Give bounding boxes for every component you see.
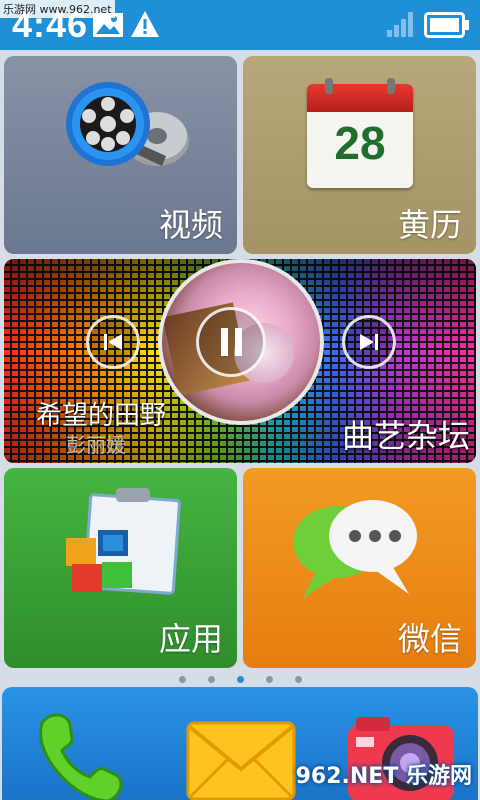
- watermark-top: 乐游网 www.962.net: [0, 0, 115, 18]
- previous-icon: [104, 334, 122, 350]
- phone-icon[interactable]: [28, 705, 128, 800]
- pause-icon: [221, 328, 242, 356]
- chat-bubbles-icon: [293, 500, 417, 598]
- tile-apps[interactable]: 应用: [4, 468, 237, 668]
- tile-video-label: 视频: [158, 206, 223, 244]
- page-dot-active[interactable]: [236, 676, 244, 683]
- tile-calendar-label: 黄历: [397, 206, 462, 244]
- tile-apps-label: 应用: [158, 620, 223, 658]
- warning-icon: [131, 11, 159, 37]
- tile-wechat-label: 微信: [397, 620, 462, 658]
- tile-music[interactable]: 希望的田野 彭丽媛 曲艺杂坛: [4, 259, 476, 463]
- status-bar: 4:46 乐游网 www.962.net: [0, 0, 480, 50]
- song-artist: 彭丽媛: [66, 433, 126, 457]
- page-dot[interactable]: [178, 676, 186, 683]
- watermark-bottom: 962.NET 乐游网: [296, 758, 472, 790]
- tile-wechat[interactable]: 微信: [243, 468, 476, 668]
- next-icon: [360, 334, 378, 350]
- pause-button[interactable]: [196, 307, 266, 377]
- watermark-bottom-text: 962.NET 乐游网: [295, 764, 472, 789]
- apps-icon: [64, 488, 184, 596]
- battery-icon: [424, 12, 469, 38]
- tile-music-label: 曲艺杂坛: [341, 417, 470, 455]
- page-dot[interactable]: [294, 676, 302, 683]
- film-reel-icon: [66, 82, 189, 166]
- song-title: 希望的田野: [36, 401, 167, 431]
- next-button[interactable]: [342, 315, 396, 369]
- tile-video[interactable]: 视频: [4, 56, 237, 254]
- page-indicator: [0, 673, 480, 687]
- page-dot[interactable]: [265, 676, 273, 683]
- signal-strength-icon: [387, 12, 413, 37]
- tile-calendar[interactable]: 28 黄历: [243, 56, 476, 254]
- dock: 962.NET 乐游网: [2, 687, 478, 800]
- calendar-date: 28: [334, 117, 386, 169]
- mail-icon[interactable]: [186, 721, 296, 800]
- calendar-icon: 28: [307, 78, 413, 188]
- previous-button[interactable]: [86, 315, 140, 369]
- page-dot[interactable]: [207, 676, 215, 683]
